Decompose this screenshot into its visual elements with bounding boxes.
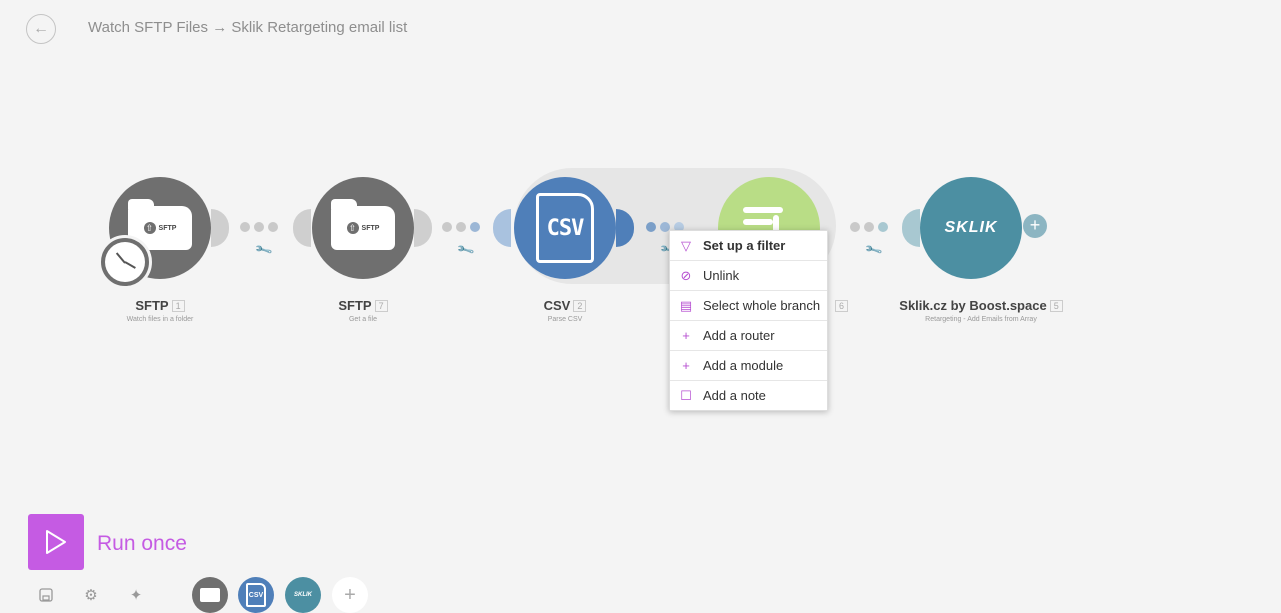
wrench-icon[interactable]: 🔧 <box>254 240 274 260</box>
plus-icon: + <box>682 358 690 373</box>
csv-file-icon: CSV <box>246 583 266 607</box>
run-once-button[interactable] <box>28 514 84 570</box>
sklik-logo-icon: SKLIK <box>294 592 312 598</box>
menu-item-add-note[interactable]: ☐ Add a note <box>670 381 827 410</box>
scenario-title: Watch SFTP Files → Sklik Retargeting ema… <box>88 19 408 36</box>
wrench-icon[interactable]: 🔧 <box>456 240 476 260</box>
plus-icon: + <box>344 583 356 606</box>
menu-item-select-branch[interactable]: ▤ Select whole branch <box>670 291 827 321</box>
run-once-label[interactable]: Run once <box>97 532 187 556</box>
menu-item-unlink[interactable]: ⊘ Unlink <box>670 261 827 291</box>
module-connector-left[interactable] <box>493 209 511 247</box>
module-connector-right[interactable] <box>414 209 432 247</box>
module-label: SFTP 1 Watch files in a folder <box>126 298 194 323</box>
link-dots[interactable] <box>850 222 888 232</box>
note-icon: ☐ <box>680 387 692 403</box>
schedule-clock-icon[interactable] <box>98 235 152 289</box>
csv-file-icon: CSV <box>536 193 594 263</box>
menu-item-add-module[interactable]: + Add a module <box>670 351 827 381</box>
unlink-icon: ⊘ <box>680 267 692 283</box>
module-connector-left[interactable] <box>902 209 920 247</box>
module-connector-left[interactable] <box>293 209 311 247</box>
menu-item-set-up-filter[interactable]: ▽ Set up a filter <box>670 231 827 261</box>
back-button[interactable]: ← <box>26 14 56 44</box>
context-menu: ▽ Set up a filter ⊘ Unlink ▤ Select whol… <box>669 230 828 411</box>
sklik-logo-icon: SKLIK <box>944 219 998 236</box>
menu-item-add-router[interactable]: + Add a router <box>670 321 827 351</box>
wrench-icon[interactable]: 🔧 <box>864 240 884 260</box>
play-icon <box>46 530 66 554</box>
module-csv[interactable]: CSV <box>514 177 616 279</box>
gear-icon[interactable]: ⚙ <box>80 584 102 606</box>
add-module-button[interactable]: + <box>1023 214 1047 238</box>
module-sklik[interactable]: SKLIK <box>920 177 1022 279</box>
module-label: Sklik.cz by Boost.space 5 Retargeting - A… <box>871 298 1091 323</box>
select-branch-icon: ▤ <box>679 297 693 313</box>
plus-icon: + <box>682 328 690 343</box>
link-dots[interactable] <box>240 222 278 232</box>
filter-icon: ▽ <box>681 237 691 253</box>
sftp-folder-icon <box>200 588 220 602</box>
module-connector-right[interactable] <box>211 209 229 247</box>
module-label: SFTP 7 Get a file <box>253 298 473 323</box>
module-label: CSV 2 Parse CSV <box>455 298 675 323</box>
link-dots[interactable] <box>442 222 480 232</box>
magic-wand-icon[interactable]: ✦ <box>125 584 147 606</box>
plus-icon: + <box>1029 215 1041 235</box>
arrow-left-icon: ← <box>33 20 49 37</box>
sftp-folder-icon: ⇧ SFTP <box>331 199 395 250</box>
save-icon[interactable] <box>35 584 57 606</box>
scenario-canvas[interactable]: ← Watch SFTP Files → Sklik Retargeting e… <box>0 0 1281 613</box>
module-sftp-get[interactable]: ⇧ SFTP <box>312 177 414 279</box>
